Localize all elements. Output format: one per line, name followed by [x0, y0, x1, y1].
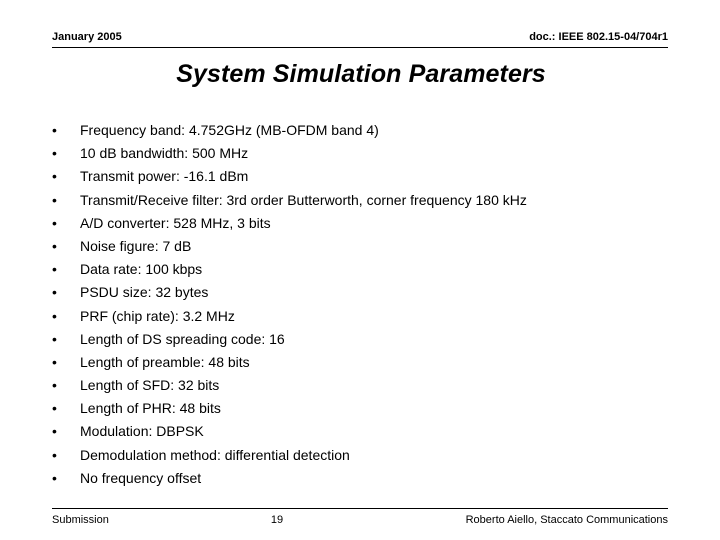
- list-item: • Length of preamble: 48 bits: [52, 351, 652, 374]
- list-item-label: PRF (chip rate): 3.2 MHz: [80, 307, 235, 324]
- list-item-label: Length of PHR: 48 bits: [80, 400, 221, 417]
- bullet-icon: •: [52, 214, 57, 231]
- bullet-icon: •: [52, 400, 57, 417]
- bullet-icon: •: [52, 469, 57, 486]
- list-item: • Transmit/Receive filter: 3rd order Butt…: [52, 189, 652, 212]
- list-item-label: Transmit/Receive filter: 3rd order Butte…: [80, 191, 527, 208]
- list-item-label: Modulation: DBPSK: [80, 423, 204, 440]
- list-item-label: Transmit power: -16.1 dBm: [80, 168, 249, 185]
- list-item: • Length of DS spreading code: 16: [52, 328, 652, 351]
- list-item: • A/D converter: 528 MHz, 3 bits: [52, 212, 652, 235]
- bullet-icon: •: [52, 423, 57, 440]
- list-item: • Modulation: DBPSK: [52, 420, 652, 443]
- bullet-icon: •: [52, 191, 57, 208]
- footer-page-number: 19: [270, 514, 284, 526]
- footer-author: Roberto Aiello, Staccato Communications: [465, 514, 668, 526]
- bullet-icon: •: [52, 307, 57, 324]
- list-item: • Frequency band: 4.752GHz (MB-OFDM band …: [52, 119, 652, 142]
- list-item: • Demodulation method: differential detec…: [52, 444, 652, 467]
- list-item: • Length of SFD: 32 bits: [52, 374, 652, 397]
- parameter-list: • Frequency band: 4.752GHz (MB-OFDM band …: [52, 119, 652, 490]
- bullet-icon: •: [52, 284, 57, 301]
- page-title: System Simulation Parameters: [176, 60, 546, 88]
- list-item: • PSDU size: 32 bytes: [52, 281, 652, 304]
- list-item: • Noise figure: 7 dB: [52, 235, 652, 258]
- list-item: • Length of PHR: 48 bits: [52, 397, 652, 420]
- header-divider: [52, 47, 668, 48]
- header-doc-reference: doc.: IEEE 802.15-04/704r1: [529, 31, 668, 43]
- list-item: • Transmit power: -16.1 dBm: [52, 165, 652, 188]
- bullet-icon: •: [52, 261, 57, 278]
- bullet-icon: •: [52, 377, 57, 394]
- bullet-icon: •: [52, 168, 57, 185]
- list-item-label: No frequency offset: [80, 469, 202, 486]
- slide-footer: Submission 19 Roberto Aiello, Staccato C…: [52, 513, 668, 529]
- list-item-label: Demodulation method: differential detect…: [80, 446, 350, 463]
- list-item-label: Length of DS spreading code: 16: [80, 330, 285, 347]
- header-date: January 2005: [52, 31, 122, 43]
- list-item-label: Data rate: 100 kbps: [80, 261, 203, 278]
- list-item-label: PSDU size: 32 bytes: [80, 284, 209, 301]
- bullet-icon: •: [52, 122, 57, 138]
- bullet-icon: •: [52, 330, 57, 347]
- bullet-icon: •: [52, 237, 57, 254]
- list-item: • 10 dB bandwidth: 500 MHz: [52, 142, 652, 165]
- list-item-label: 10 dB bandwidth: 500 MHz: [80, 145, 249, 162]
- list-item-label: Length of SFD: 32 bits: [80, 377, 220, 394]
- list-item-label: Noise figure: 7 dB: [80, 237, 192, 254]
- bullet-icon: •: [52, 446, 57, 463]
- bullet-icon: •: [52, 145, 57, 162]
- bullet-icon: •: [52, 353, 57, 370]
- list-item: • Data rate: 100 kbps: [52, 258, 652, 281]
- list-item-label: A/D converter: 528 MHz, 3 bits: [80, 214, 271, 231]
- list-item: • No frequency offset: [52, 467, 652, 490]
- slide: January 2005 doc.: IEEE 802.15-04/704r1 …: [0, 0, 720, 540]
- list-item-label: Length of preamble: 48 bits: [80, 353, 250, 370]
- list-item: • PRF (chip rate): 3.2 MHz: [52, 305, 652, 328]
- footer-divider: [52, 508, 668, 509]
- list-item-label: Frequency band: 4.752GHz (MB-OFDM band 4…: [80, 122, 379, 138]
